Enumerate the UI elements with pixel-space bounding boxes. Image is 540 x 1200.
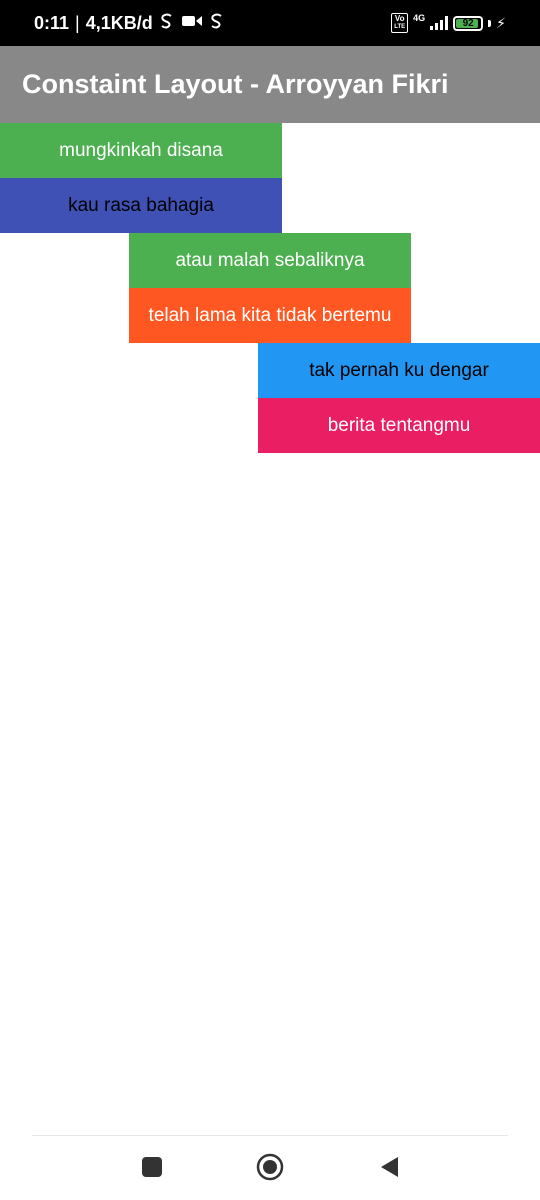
- battery-level: 92: [462, 17, 474, 29]
- video-camera-icon: [181, 13, 203, 34]
- nav-divider: [32, 1135, 508, 1136]
- volte-top-text: Vo: [394, 14, 405, 23]
- text-block-6: berita tentangmu: [258, 398, 540, 453]
- text-block-label: telah lama kita tidak bertemu: [148, 304, 392, 326]
- recents-button[interactable]: [137, 1152, 167, 1182]
- text-block-label: atau malah sebaliknya: [175, 249, 365, 271]
- status-network-speed: 4,1KB/d: [85, 12, 153, 33]
- triangle-back-icon: [381, 1157, 398, 1177]
- text-block-label: tak pernah ku dengar: [309, 359, 489, 381]
- text-block-3: atau malah sebaliknya: [129, 233, 411, 288]
- status-bar: 0:11 | 4,1KB/d Vo LTE 4G 92 ⚡: [0, 0, 540, 46]
- sync-icon-2: [209, 12, 225, 35]
- app-bar: Constaint Layout - Arroyyan Fikri: [0, 46, 540, 123]
- status-time: 0:11: [34, 12, 70, 33]
- charging-icon: ⚡: [496, 14, 506, 31]
- status-separator: |: [75, 12, 80, 33]
- text-block-4: telah lama kita tidak bertemu: [129, 288, 411, 343]
- square-icon: [142, 1157, 162, 1177]
- network-type: 4G: [413, 13, 426, 23]
- text-block-1: mungkinkah disana: [0, 123, 282, 178]
- home-button[interactable]: [255, 1152, 285, 1182]
- battery-cap: [488, 19, 492, 27]
- back-button[interactable]: [374, 1152, 404, 1182]
- status-left: 0:11 | 4,1KB/d: [34, 12, 225, 35]
- volte-bottom-text: LTE: [394, 24, 406, 30]
- text-block-5: tak pernah ku dengar: [258, 343, 540, 398]
- signal-icon: [430, 16, 449, 30]
- text-block-label: mungkinkah disana: [59, 139, 223, 161]
- battery-icon: 92: [453, 15, 484, 31]
- sync-icon: [159, 12, 175, 35]
- volte-icon: Vo LTE: [391, 13, 409, 33]
- text-block-2: kau rasa bahagia: [0, 178, 282, 233]
- circle-icon: [256, 1153, 284, 1181]
- text-block-label: berita tentangmu: [327, 414, 471, 436]
- app-title: Constaint Layout - Arroyyan Fikri: [22, 69, 449, 99]
- text-block-label: kau rasa bahagia: [68, 194, 214, 216]
- status-right: Vo LTE 4G 92 ⚡: [391, 13, 506, 33]
